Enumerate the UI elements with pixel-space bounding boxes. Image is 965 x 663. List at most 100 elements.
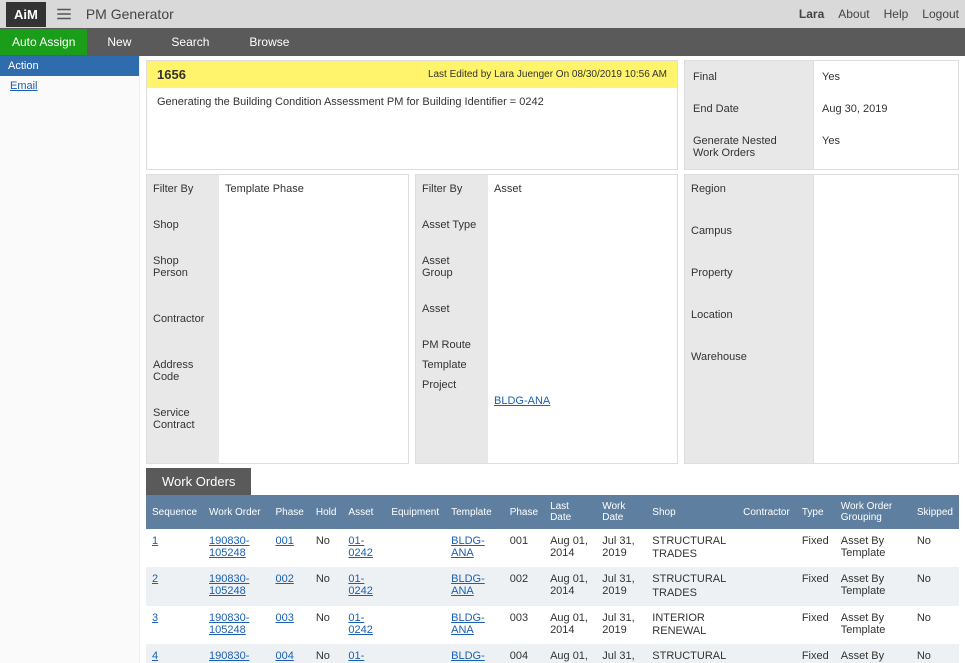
cell-type: Fixed — [796, 606, 835, 644]
work-orders-table: Sequence Work Order Phase Hold Asset Equ… — [146, 495, 959, 663]
filter-block-mid: Filter By Asset Type Asset Group Asset P… — [415, 174, 678, 464]
cell-sequence-link[interactable]: 3 — [152, 612, 158, 624]
hamburger-icon[interactable] — [50, 0, 78, 28]
th-phase2[interactable]: Phase — [504, 495, 544, 529]
cell-template-link[interactable]: BLDG-ANA — [451, 535, 485, 559]
cell-skipped: No — [911, 529, 959, 567]
cell-type: Fixed — [796, 644, 835, 663]
th-phase[interactable]: Phase — [269, 495, 309, 529]
topbar: AiM PM Generator Lara About Help Logout — [0, 0, 965, 28]
cell-contractor — [737, 529, 796, 567]
cell-template: BLDG-ANA — [445, 644, 504, 663]
cell-asset-link[interactable]: 01-0242 — [348, 535, 372, 559]
cell-work-date: Jul 31, 2019 — [596, 567, 646, 605]
cell-work-date: Jul 31, 2019 — [596, 644, 646, 663]
cell-equipment — [385, 567, 445, 605]
menu-browse[interactable]: Browse — [229, 29, 309, 55]
label-asset-type: Asset Type — [422, 219, 482, 231]
cell-template-link[interactable]: BLDG-ANA — [451, 573, 485, 597]
cell-last-date: Aug 01, 2014 — [544, 567, 596, 605]
help-link[interactable]: Help — [884, 7, 909, 21]
menu-search[interactable]: Search — [151, 29, 229, 55]
cell-template-link[interactable]: BLDG-ANA — [451, 650, 485, 663]
cell-template: BLDG-ANA — [445, 567, 504, 605]
menu-new[interactable]: New — [87, 29, 151, 55]
record-id: 1656 — [157, 67, 186, 82]
menubar: Auto Assign New Search Browse — [0, 28, 965, 56]
cell-template: BLDG-ANA — [445, 529, 504, 567]
cell-work-order-link[interactable]: 190830-105248 — [209, 650, 249, 663]
last-edited: Last Edited by Lara Juenger On 08/30/201… — [428, 69, 667, 80]
cell-sequence-link[interactable]: 2 — [152, 573, 158, 585]
label-property: Property — [691, 267, 807, 279]
th-work-order[interactable]: Work Order — [203, 495, 269, 529]
cell-shop: STRUCTURALTRADES — [646, 567, 737, 605]
cell-last-date: Aug 01, 2014 — [544, 529, 596, 567]
label-shop: Shop — [153, 219, 213, 231]
cell-phase-link[interactable]: 002 — [275, 573, 293, 585]
logout-link[interactable]: Logout — [922, 7, 959, 21]
cell-work-order: 190830-105248 — [203, 567, 269, 605]
cell-work-order-link[interactable]: 190830-105248 — [209, 573, 249, 597]
th-type[interactable]: Type — [796, 495, 835, 529]
sidebar-header: Action — [0, 56, 139, 76]
cell-phase-link[interactable]: 004 — [275, 650, 293, 662]
value-nested: Yes — [814, 125, 958, 157]
cell-work-date: Jul 31, 2019 — [596, 606, 646, 644]
cell-asset: 01-0242 — [342, 644, 385, 663]
cell-phase-link[interactable]: 003 — [275, 612, 293, 624]
filter-block-region: Region Campus Property Location Warehous… — [684, 174, 959, 464]
cell-work-order-link[interactable]: 190830-105248 — [209, 535, 249, 559]
cell-work-date: Jul 31, 2019 — [596, 529, 646, 567]
cell-sequence-link[interactable]: 1 — [152, 535, 158, 547]
cell-work-order-link[interactable]: 190830-105248 — [209, 612, 249, 636]
sidebar-email-link[interactable]: Email — [0, 76, 139, 96]
cell-asset-link[interactable]: 01-0242 — [348, 612, 372, 636]
cell-work-order: 190830-105248 — [203, 606, 269, 644]
cell-asset-link[interactable]: 01-0242 — [348, 573, 372, 597]
label-campus: Campus — [691, 225, 807, 237]
th-shop[interactable]: Shop — [646, 495, 737, 529]
table-row: 4190830-105248004No01-0242BLDG-ANA004Aug… — [146, 644, 959, 663]
template-link[interactable]: BLDG-ANA — [494, 395, 550, 407]
cell-phase2: 004 — [504, 644, 544, 663]
cell-sequence: 4 — [146, 644, 203, 663]
cell-skipped: No — [911, 644, 959, 663]
label-nested: Generate Nested Work Orders — [685, 125, 813, 169]
cell-phase-link[interactable]: 001 — [275, 535, 293, 547]
work-orders-tab[interactable]: Work Orders — [146, 468, 251, 495]
page-title: PM Generator — [86, 6, 174, 22]
table-row: 2190830-105248002No01-0242BLDG-ANA002Aug… — [146, 567, 959, 605]
cell-grouping: Asset By Template — [835, 567, 911, 605]
th-last-date[interactable]: Last Date — [544, 495, 596, 529]
label-asset: Asset — [422, 303, 482, 315]
th-equipment[interactable]: Equipment — [385, 495, 445, 529]
cell-sequence-link[interactable]: 4 — [152, 650, 158, 662]
label-filter-by: Filter By — [153, 183, 213, 195]
app-logo: AiM — [6, 2, 46, 27]
th-grouping[interactable]: Work Order Grouping — [835, 495, 911, 529]
th-asset[interactable]: Asset — [342, 495, 385, 529]
cell-template-link[interactable]: BLDG-ANA — [451, 612, 485, 636]
cell-grouping: Asset By Template — [835, 644, 911, 663]
th-hold[interactable]: Hold — [310, 495, 343, 529]
cell-skipped: No — [911, 567, 959, 605]
auto-assign-button[interactable]: Auto Assign — [0, 29, 87, 55]
th-template[interactable]: Template — [445, 495, 504, 529]
cell-hold: No — [310, 529, 343, 567]
cell-template: BLDG-ANA — [445, 606, 504, 644]
cell-phase: 004 — [269, 644, 309, 663]
cell-phase2: 002 — [504, 567, 544, 605]
table-row: 3190830-105248003No01-0242BLDG-ANA003Aug… — [146, 606, 959, 644]
cell-asset-link[interactable]: 01-0242 — [348, 650, 372, 663]
th-contractor[interactable]: Contractor — [737, 495, 796, 529]
th-work-date[interactable]: Work Date — [596, 495, 646, 529]
user-name[interactable]: Lara — [799, 7, 824, 21]
label-location: Location — [691, 309, 807, 321]
about-link[interactable]: About — [838, 7, 869, 21]
th-skipped[interactable]: Skipped — [911, 495, 959, 529]
cell-type: Fixed — [796, 529, 835, 567]
label-contractor: Contractor — [153, 313, 213, 325]
th-sequence[interactable]: Sequence — [146, 495, 203, 529]
cell-sequence: 3 — [146, 606, 203, 644]
